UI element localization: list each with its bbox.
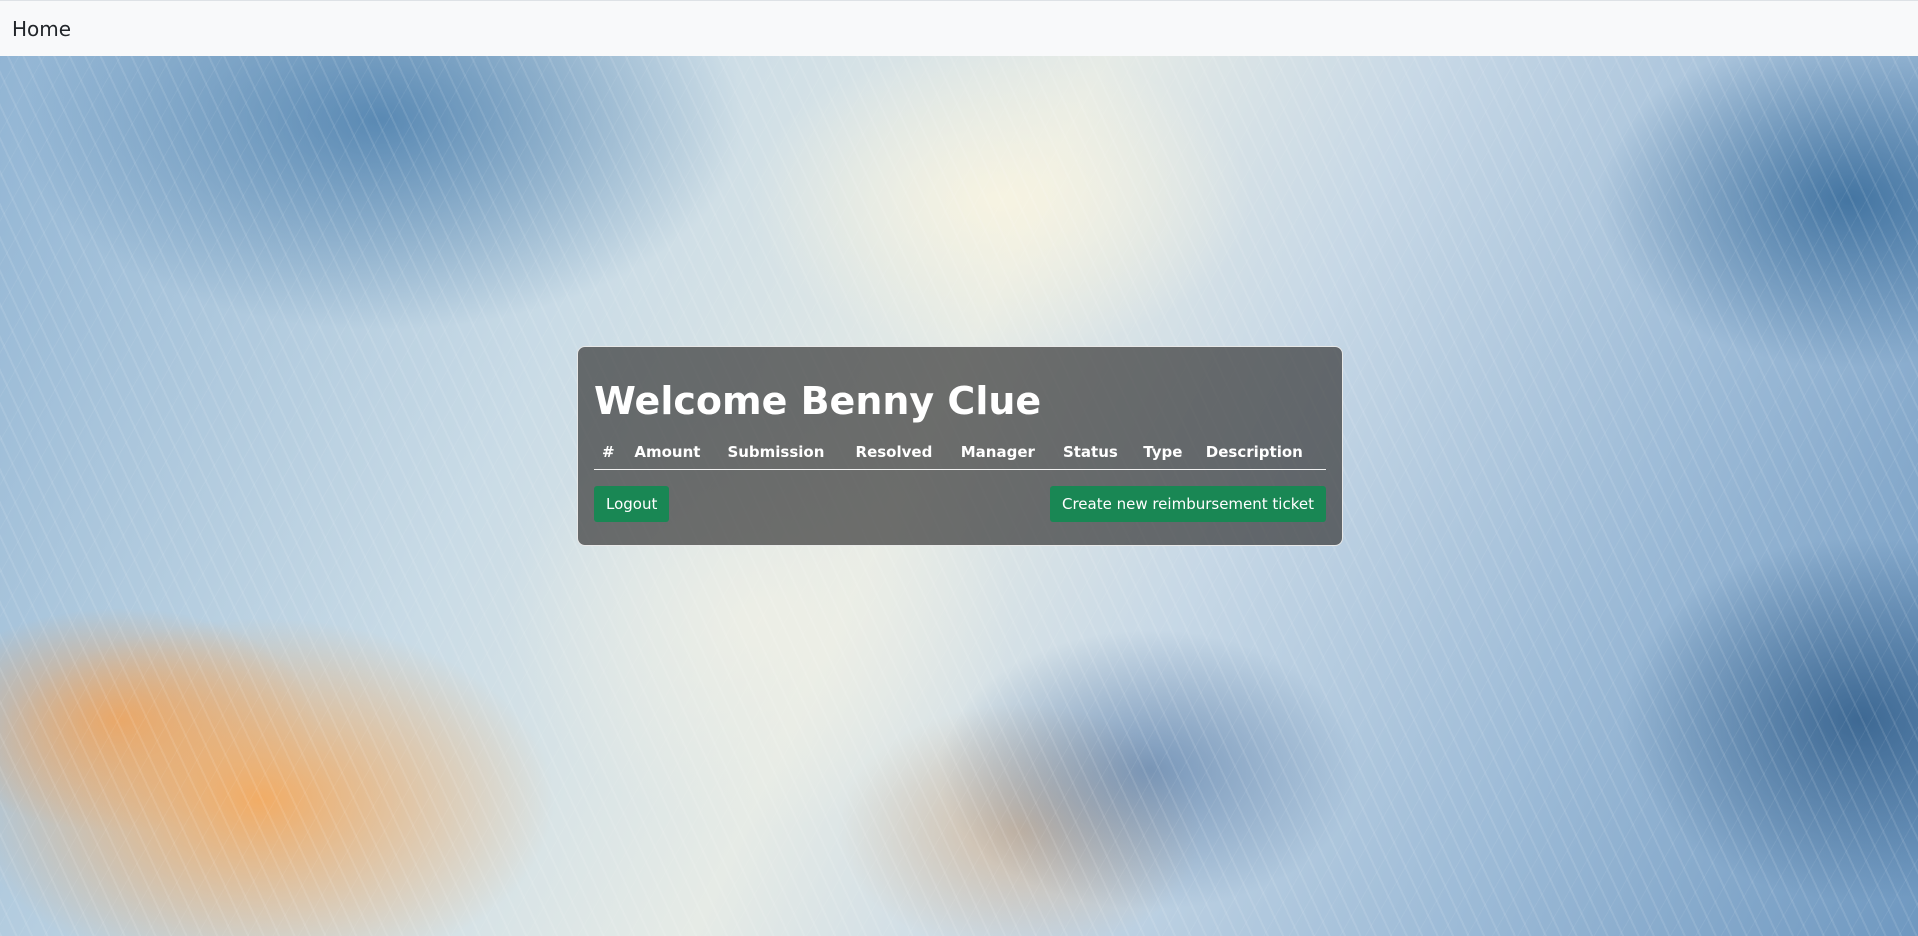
home-link[interactable]: Home <box>12 17 71 41</box>
navbar: Home <box>0 0 1918 56</box>
column-header-status: Status <box>1054 436 1136 470</box>
column-header-number: # <box>594 436 627 470</box>
column-header-description: Description <box>1197 436 1326 470</box>
tickets-table: # Amount Submission Resolved Manager Sta… <box>594 436 1326 470</box>
column-header-type: Type <box>1135 436 1198 470</box>
column-header-amount: Amount <box>626 436 720 470</box>
table-header-row: # Amount Submission Resolved Manager Sta… <box>594 436 1326 470</box>
column-header-submission: Submission <box>719 436 848 470</box>
welcome-card: Welcome Benny Clue # Amount Submission R… <box>577 346 1343 546</box>
card-actions: Logout Create new reimbursement ticket <box>594 485 1326 522</box>
logout-button[interactable]: Logout <box>594 485 670 522</box>
create-ticket-button[interactable]: Create new reimbursement ticket <box>1049 485 1326 522</box>
page-title: Welcome Benny Clue <box>594 379 1042 423</box>
column-header-manager: Manager <box>952 436 1055 470</box>
column-header-resolved: Resolved <box>847 436 953 470</box>
